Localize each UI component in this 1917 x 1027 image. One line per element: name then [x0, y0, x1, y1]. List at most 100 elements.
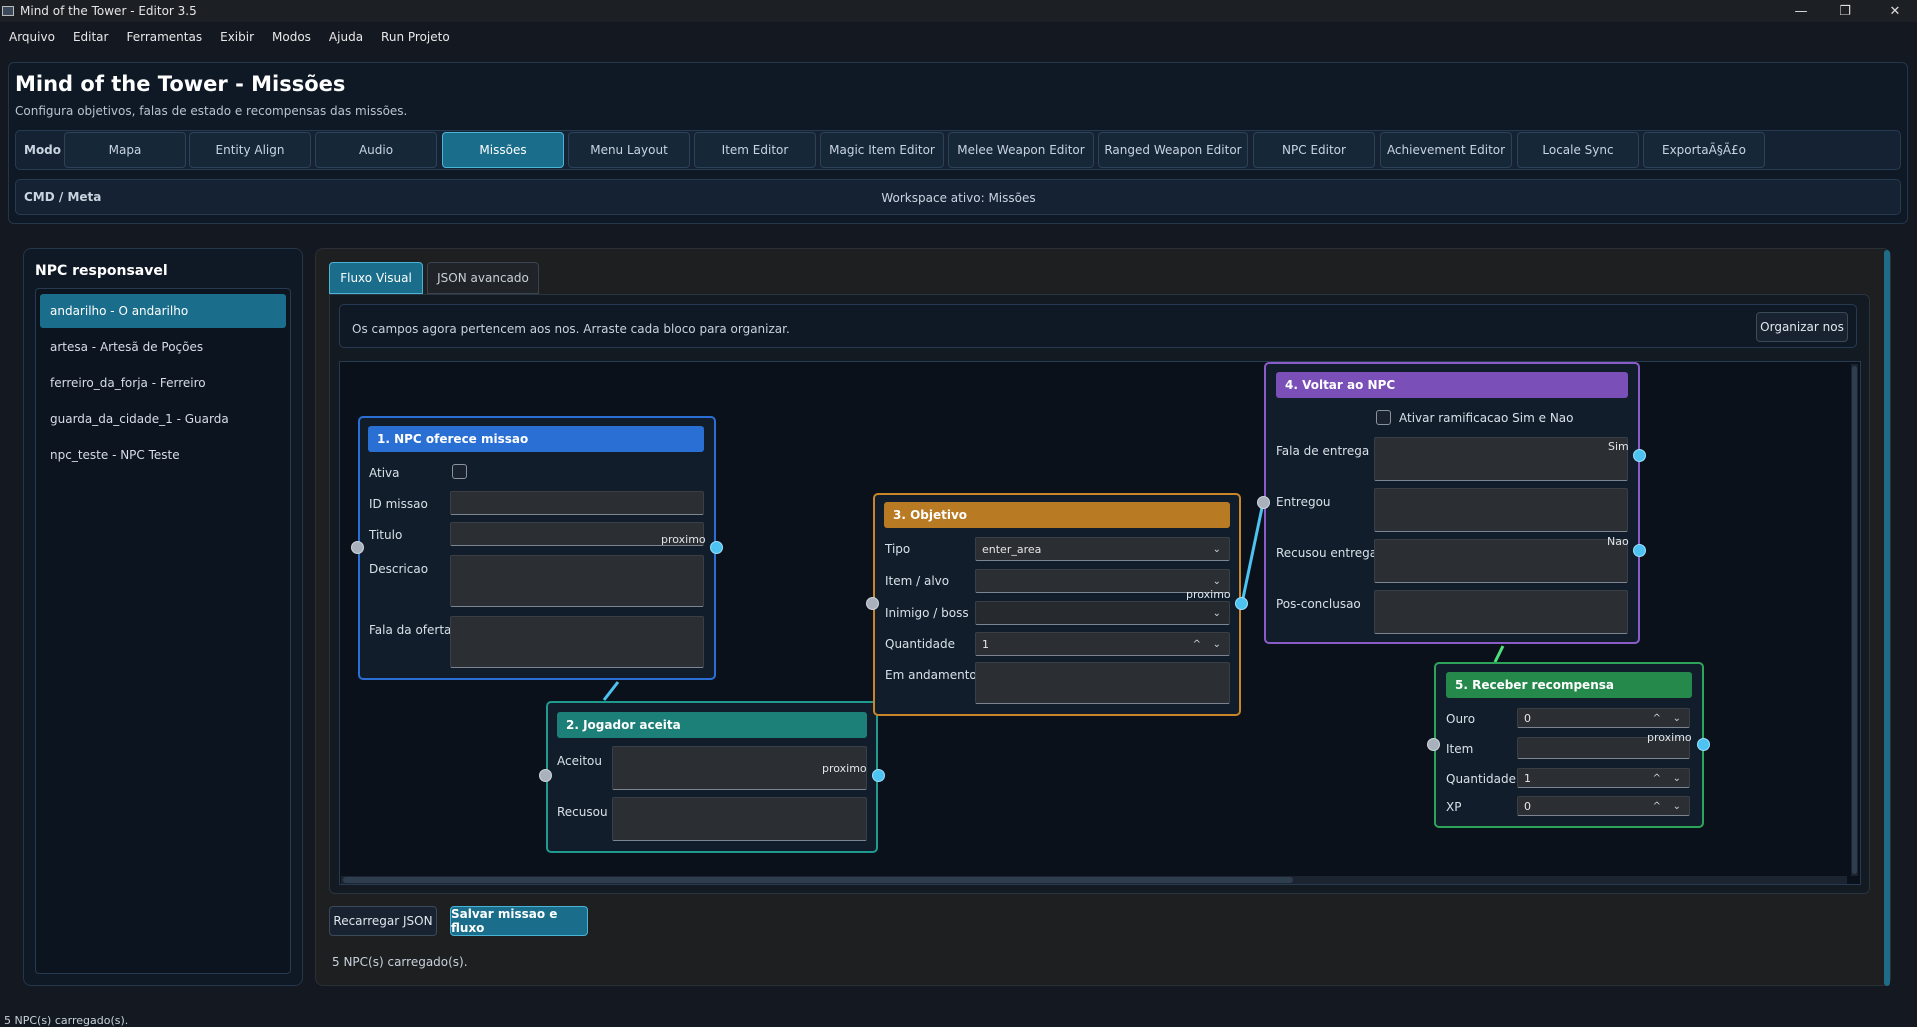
menu-ferramentas[interactable]: Ferramentas — [117, 30, 211, 44]
chevron-down-icon: ⌄ — [1212, 575, 1221, 587]
maximize-icon[interactable]: ❐ — [1823, 0, 1867, 22]
em-andamento-label: Em andamento — [885, 668, 977, 682]
chevron-down-icon: ⌄ — [1212, 607, 1221, 619]
mode-ranged-weapon-editor[interactable]: Ranged Weapon Editor — [1098, 132, 1248, 168]
aceitou-label: Aceitou — [557, 754, 602, 768]
chevron-down-icon[interactable]: ⌄ — [1673, 713, 1681, 724]
mode-locale-sync[interactable]: Locale Sync — [1517, 132, 1639, 168]
descricao-input[interactable] — [450, 555, 704, 607]
recusou-entrega-input[interactable] — [1374, 539, 1628, 583]
npc-item-artesa[interactable]: artesa - Artesã de Poções — [40, 330, 286, 364]
mode-npc-editor[interactable]: NPC Editor — [1253, 132, 1375, 168]
pos-conclusao-label: Pos-conclusao — [1276, 597, 1361, 611]
titulo-label: Titulo — [369, 528, 403, 542]
node-receber-recompensa-title: 5. Receber recompensa — [1446, 672, 1692, 698]
page-title: Mind of the Tower - Missões — [15, 72, 346, 96]
n4-out-no-port[interactable] — [1633, 544, 1646, 557]
menu-run-projeto[interactable]: Run Projeto — [372, 30, 459, 44]
em-andamento-input[interactable] — [975, 662, 1230, 704]
chevron-down-icon[interactable]: ⌄ — [1673, 801, 1681, 812]
inimigo-boss-select[interactable]: ⌄ — [975, 601, 1230, 625]
n2-out-label: proximo — [822, 762, 867, 775]
mode-entity-align[interactable]: Entity Align — [189, 132, 311, 168]
recusou-label: Recusou — [557, 805, 608, 819]
quantidade-reward-label: Quantidade — [1446, 772, 1517, 786]
item-label: Item — [1446, 742, 1474, 756]
mode-menu-layout[interactable]: Menu Layout — [568, 132, 690, 168]
xp-value: 0 — [1524, 799, 1531, 813]
minimize-icon[interactable]: — — [1779, 0, 1823, 22]
mode-label: Modo — [24, 143, 62, 157]
panel-scrollbar[interactable] — [1884, 250, 1890, 986]
canvas-hscroll-thumb[interactable] — [343, 877, 1293, 883]
n2-out-port[interactable] — [872, 769, 885, 782]
tab-json-avancado[interactable]: JSON avancado — [427, 262, 539, 294]
id-missao-label: ID missao — [369, 497, 428, 511]
n5-out-label: proximo — [1647, 731, 1692, 744]
fala-oferta-input[interactable] — [450, 616, 704, 668]
n5-in-port[interactable] — [1427, 738, 1440, 751]
n1-in-port[interactable] — [351, 541, 364, 554]
app-icon — [2, 6, 14, 16]
menu-modos[interactable]: Modos — [263, 30, 320, 44]
quantidade-value: 1 — [982, 637, 989, 651]
checkbox-icon[interactable] — [1376, 410, 1391, 425]
npc-item-npc-teste[interactable]: npc_teste - NPC Teste — [40, 438, 286, 472]
menu-exibir[interactable]: Exibir — [211, 30, 263, 44]
fala-entrega-input[interactable] — [1374, 437, 1628, 481]
npc-item-andarilho[interactable]: andarilho - O andarilho — [40, 294, 286, 328]
mode-item-editor[interactable]: Item Editor — [694, 132, 816, 168]
npc-item-guarda[interactable]: guarda_da_cidade_1 - Guarda — [40, 402, 286, 436]
canvas-vscroll-thumb[interactable] — [1852, 366, 1857, 874]
ouro-spinner[interactable]: 0 ^ ⌄ — [1517, 708, 1690, 728]
mode-mapa[interactable]: Mapa — [64, 132, 186, 168]
menu-bar: Arquivo Editar Ferramentas Exibir Modos … — [0, 26, 459, 48]
pos-conclusao-input[interactable] — [1374, 590, 1628, 634]
n3-out-port[interactable] — [1235, 597, 1248, 610]
quantidade-reward-spinner[interactable]: 1 ^ ⌄ — [1517, 768, 1690, 788]
mode-exportacao[interactable]: ExportaÃ§Ã£o — [1643, 132, 1765, 168]
organize-nodes-button[interactable]: Organizar nos — [1756, 312, 1848, 342]
id-missao-input[interactable] — [450, 491, 704, 515]
n2-in-port[interactable] — [539, 769, 552, 782]
n1-out-port[interactable] — [710, 541, 723, 554]
chevron-up-icon[interactable]: ^ — [1653, 773, 1661, 784]
close-icon[interactable]: ✕ — [1873, 0, 1917, 22]
page-subtitle: Configura objetivos, falas de estado e r… — [15, 104, 408, 118]
chevron-down-icon[interactable]: ⌄ — [1673, 773, 1681, 784]
menu-ajuda[interactable]: Ajuda — [320, 30, 372, 44]
menu-arquivo[interactable]: Arquivo — [0, 30, 64, 44]
n5-out-port[interactable] — [1697, 738, 1710, 751]
n4-out-yes-port[interactable] — [1633, 449, 1646, 462]
window-title: Mind of the Tower - Editor 3.5 — [20, 4, 197, 18]
chevron-up-icon[interactable]: ^ — [1193, 639, 1201, 650]
checkbox-icon[interactable] — [452, 464, 467, 479]
tipo-select[interactable]: enter_area ⌄ — [975, 537, 1230, 561]
chevron-up-icon[interactable]: ^ — [1653, 713, 1661, 724]
mode-achievement-editor[interactable]: Achievement Editor — [1380, 132, 1512, 168]
chevron-up-icon[interactable]: ^ — [1653, 801, 1661, 812]
item-alvo-label: Item / alvo — [885, 574, 950, 588]
tab-fluxo-visual[interactable]: Fluxo Visual — [329, 262, 423, 294]
n3-in-port[interactable] — [866, 597, 879, 610]
n4-out-no-label: Nao — [1607, 535, 1629, 548]
save-mission-button[interactable]: Salvar missao e fluxo — [450, 906, 588, 936]
xp-spinner[interactable]: 0 ^ ⌄ — [1517, 796, 1690, 816]
quantidade-spinner[interactable]: 1 ^ ⌄ — [975, 632, 1230, 656]
mode-audio[interactable]: Audio — [315, 132, 437, 168]
reload-json-button[interactable]: Recarregar JSON — [329, 906, 437, 936]
n4-in-port[interactable] — [1257, 496, 1270, 509]
mode-melee-weapon-editor[interactable]: Melee Weapon Editor — [948, 132, 1094, 168]
chevron-down-icon: ⌄ — [1212, 543, 1221, 555]
npc-item-ferreiro[interactable]: ferreiro_da_forja - Ferreiro — [40, 366, 286, 400]
node-jogador-aceita-title: 2. Jogador aceita — [557, 712, 867, 738]
menu-editar[interactable]: Editar — [64, 30, 118, 44]
entregou-label: Entregou — [1276, 495, 1331, 509]
descricao-label: Descricao — [369, 562, 429, 576]
entregou-input[interactable] — [1374, 488, 1628, 532]
chevron-down-icon[interactable]: ⌄ — [1213, 639, 1221, 650]
mode-missoes[interactable]: Missões — [442, 132, 564, 168]
ouro-label: Ouro — [1446, 712, 1476, 726]
mode-magic-item-editor[interactable]: Magic Item Editor — [820, 132, 944, 168]
recusou-input[interactable] — [612, 797, 867, 841]
